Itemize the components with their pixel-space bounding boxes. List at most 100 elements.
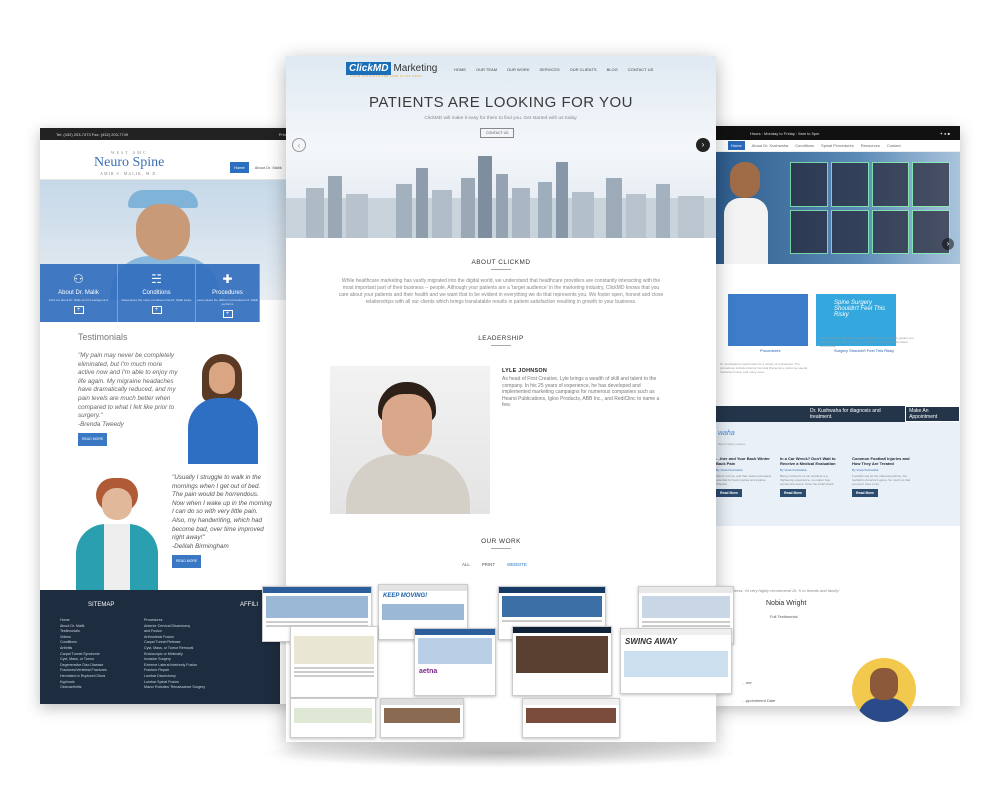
- testimonial-photo-1: [178, 354, 268, 464]
- post-3-meta: By Vivek Kushwaha: [852, 468, 879, 472]
- doctor-photo: [724, 162, 768, 264]
- card-conditions-title: Conditions: [142, 290, 171, 296]
- quote-1-text: "My pain may never be completely elimina…: [78, 352, 178, 420]
- right-doctor-avatar: [852, 658, 916, 722]
- post-1-text: Winter is here, and that means increased…: [716, 474, 771, 486]
- work-filter-tabs: ALL PRINT WEBSITE: [462, 562, 527, 567]
- post-1-title[interactable]: …ther and Your Back Winter Back Pain: [716, 456, 776, 466]
- sitemap-link[interactable]: Herniated or Ruptured Discs: [60, 674, 107, 680]
- pelvis-image[interactable]: [728, 294, 808, 346]
- center-nav: HOME OUR TEAM OUR WORK SERVICES OUR CLIE…: [454, 67, 653, 72]
- left-nav-about[interactable]: About Dr. Malik: [253, 162, 284, 173]
- portfolio-thumbnail[interactable]: [522, 698, 620, 738]
- contact-us-button[interactable]: CONTACT US: [480, 128, 515, 138]
- divider: [491, 548, 511, 549]
- slider-next-arrow[interactable]: ›: [696, 138, 710, 152]
- nav-home[interactable]: HOME: [454, 67, 466, 72]
- tab-website[interactable]: WEBSITE: [507, 562, 527, 567]
- logo-text: Marketing: [393, 63, 438, 74]
- portfolio-thumbnail[interactable]: [290, 698, 376, 738]
- blog-post-2: In a Car Wreck? Don't Wait to Receive a …: [780, 456, 840, 497]
- card-about[interactable]: ⚇ About Dr. Malik Find out about Dr. Mal…: [40, 264, 118, 322]
- nav-our-team[interactable]: OUR TEAM: [476, 67, 497, 72]
- spine-icon: ☵: [151, 272, 162, 286]
- testimonials-title: Testimonials: [78, 332, 128, 342]
- right-nav-contact[interactable]: Contact: [887, 143, 901, 148]
- drop-shadow: [260, 738, 740, 768]
- right-nav: Home About Dr. Kushwaha Conditions Spina…: [710, 140, 960, 152]
- card-procedures[interactable]: ✚ Procedures Learn about the different p…: [196, 264, 260, 322]
- right-nav-procedures[interactable]: Spinal Procedures: [821, 143, 854, 148]
- left-topbar: Tel: (432) 203-7473 Fax: (432) 203-7749 …: [40, 128, 320, 140]
- cross-icon: ✚: [222, 272, 233, 286]
- left-logo-sub: AMIR S. MALIK, M.D.: [100, 171, 159, 176]
- card-about-desc: Find out about Dr. Malik and his backgro…: [49, 298, 108, 302]
- make-appointment-button[interactable]: Make An Appointment: [905, 406, 960, 422]
- procedures-caption[interactable]: Procedures: [760, 348, 780, 353]
- read-more-button[interactable]: READ MORE: [172, 555, 202, 568]
- left-topbar-contact: Tel: (432) 203-7473 Fax: (432) 203-7749: [56, 131, 129, 137]
- left-header: WEST AMC Neuro Spine AMIR S. MALIK, M.D.…: [40, 140, 320, 180]
- city-skyline-image: [286, 156, 716, 238]
- nav-our-work[interactable]: OUR WORK: [507, 67, 529, 72]
- portfolio-thumbnail[interactable]: [512, 626, 612, 696]
- left-logo-big: Neuro Spine: [94, 155, 165, 170]
- xray-wall: [790, 162, 950, 254]
- left-nav: Home About Dr. Malik: [230, 162, 284, 173]
- surgery-text: Not much feels riskier than surgery. Tha…: [820, 336, 914, 348]
- slider-next-arrow[interactable]: ›: [942, 238, 954, 250]
- post-1-meta: By Vivek Kushwaha: [716, 468, 743, 472]
- center-hero: ClickMD Marketing YOUR PATIENTS ARE ONE …: [286, 56, 716, 238]
- right-nav-resources[interactable]: Resources: [861, 143, 880, 148]
- nav-services[interactable]: SERVICES: [540, 67, 560, 72]
- right-footer-text-1: …me: [742, 680, 752, 685]
- tab-print[interactable]: PRINT: [482, 562, 495, 567]
- read-more-button[interactable]: READ MORE: [78, 433, 108, 446]
- right-nav-home[interactable]: Home: [728, 141, 745, 150]
- appointment-band: Dr. Kushwaha for diagnosis and treatment…: [710, 406, 960, 422]
- sitemap-link[interactable]: Mazor Robotics' Renaissance Surgery: [144, 685, 205, 691]
- slider-prev-arrow[interactable]: ‹: [292, 138, 306, 152]
- right-hours: Hours : Monday to Friday : 9am to 5pm: [750, 130, 820, 136]
- full-testimonial-link[interactable]: Full Testimonial: [770, 614, 798, 619]
- about-title: ABOUT CLICKMD: [471, 259, 531, 266]
- read-more-button[interactable]: Read More: [852, 489, 878, 497]
- read-more-button[interactable]: Read More: [780, 489, 806, 497]
- thumb-headline-2: SWING AWAY: [625, 637, 677, 646]
- portfolio-thumbnail[interactable]: aetna: [414, 628, 496, 696]
- left-logo[interactable]: WEST AMC Neuro Spine AMIR S. MALIK, M.D.: [94, 150, 164, 176]
- sitemap-link[interactable]: Osteoarthritis: [60, 685, 107, 691]
- card-conditions-desc: Read about the many conditions that Dr. …: [121, 298, 192, 302]
- nav-contact-us[interactable]: CONTACT US: [628, 67, 654, 72]
- stage: Tel: (432) 203-7473 Fax: (432) 203-7749 …: [0, 0, 1000, 800]
- doctor-icon: ⚇: [73, 272, 84, 286]
- portfolio-thumbnail[interactable]: [290, 626, 378, 698]
- plus-icon[interactable]: +: [73, 306, 84, 314]
- leader-name: LYLE JOHNSON: [502, 368, 548, 374]
- right-nav-conditions[interactable]: Conditions: [795, 143, 814, 148]
- plus-icon[interactable]: +: [222, 310, 233, 318]
- portfolio-thumbnail[interactable]: SWING AWAY: [620, 628, 732, 694]
- post-2-title[interactable]: In a Car Wreck? Don't Wait to Receive a …: [780, 456, 840, 466]
- plus-icon[interactable]: +: [151, 306, 162, 314]
- testimonial-quote-1: "My pain may never be completely elimina…: [78, 352, 178, 446]
- blog-post-3: Common Football Injuries and How They Ar…: [852, 456, 912, 497]
- thumb-headline: KEEP MOVING!: [383, 593, 428, 599]
- thumb-brand: aetna: [419, 668, 438, 676]
- sitemap-column-1: Home About Dr. Malik Testimonials Videos Con…: [60, 618, 107, 691]
- right-nav-about[interactable]: About Dr. Kushwaha: [752, 143, 788, 148]
- portfolio-thumbnail[interactable]: [380, 698, 464, 738]
- tab-all[interactable]: ALL: [462, 562, 470, 567]
- logo-tagline: YOUR PATIENTS ARE ONE CLICK AWAY: [350, 74, 423, 78]
- nav-our-clients[interactable]: OUR CLIENTS: [570, 67, 597, 72]
- card-conditions[interactable]: ☵ Conditions Read about the many conditi…: [118, 264, 196, 322]
- read-more-button[interactable]: Read More: [716, 489, 742, 497]
- testimonial-quote-2: "Usually I struggle to walk in the morni…: [172, 474, 272, 568]
- left-feature-cards: ⚇ About Dr. Malik Find out about Dr. Mal…: [40, 264, 260, 322]
- post-3-title[interactable]: Common Football Injuries and How They Ar…: [852, 456, 912, 466]
- left-nav-home[interactable]: Home: [230, 162, 249, 173]
- surgery-caption[interactable]: Surgery Shouldn't Feel This Risky: [834, 348, 894, 353]
- nav-blog[interactable]: BLOG: [607, 67, 618, 72]
- hero-lead: ClickMD will make it easy for them to fi…: [424, 116, 578, 121]
- quote-1-author: -Brenda Tweedy: [78, 420, 124, 428]
